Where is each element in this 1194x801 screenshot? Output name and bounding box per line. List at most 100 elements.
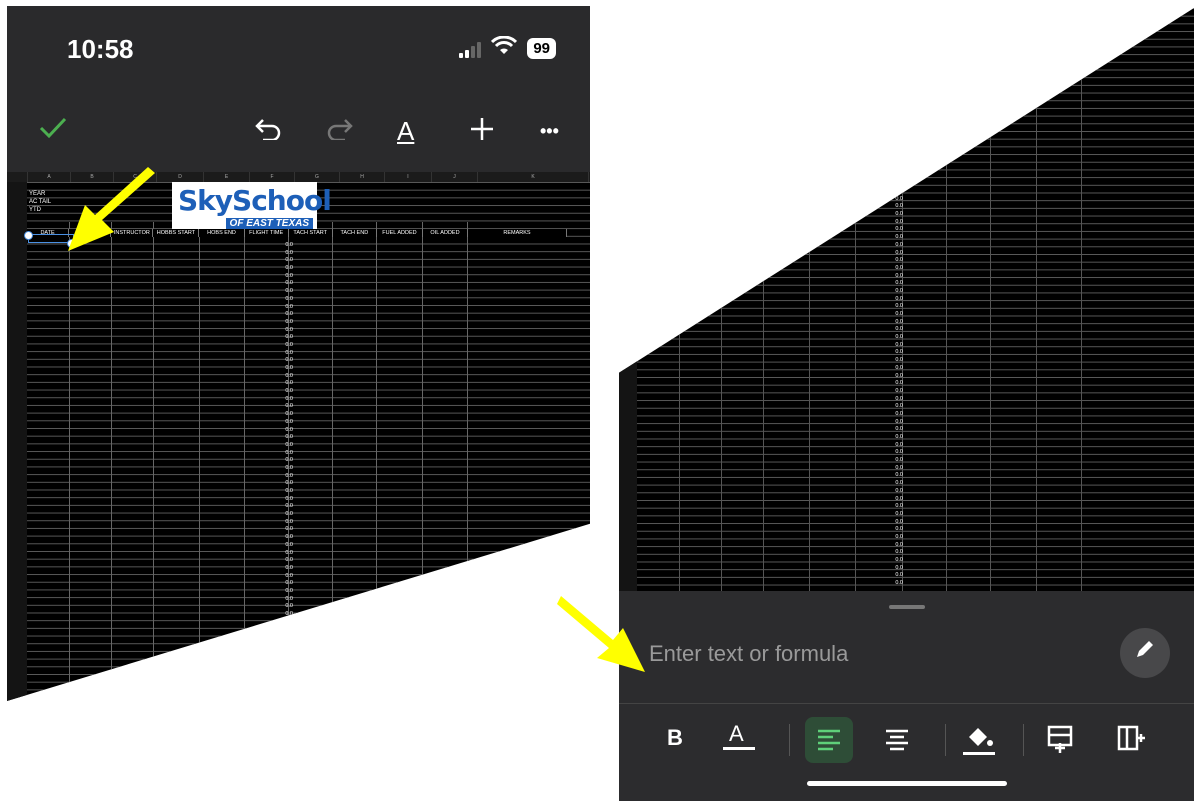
- flight-time-cell[interactable]: 0.0: [279, 619, 293, 627]
- flight-time-cell[interactable]: 0.0: [279, 388, 293, 396]
- flight-time-cell[interactable]: 0.0: [279, 334, 293, 342]
- align-center-button[interactable]: [877, 717, 917, 768]
- insert-row-icon[interactable]: [1043, 721, 1077, 760]
- flight-time-cell[interactable]: 0.0: [279, 396, 293, 404]
- flight-time-cell[interactable]: 0.0: [889, 580, 903, 588]
- flight-time-cell[interactable]: 0.0: [889, 542, 903, 550]
- flight-time-cell[interactable]: 0.0: [279, 603, 293, 611]
- fill-color-icon[interactable]: [959, 719, 999, 764]
- flight-time-cell[interactable]: 0.0: [889, 403, 903, 411]
- column-letter[interactable]: G: [295, 172, 340, 182]
- flight-time-column[interactable]: 0.0 0.0 0.0 0.0 0.0 0.0 0.0 0.0 0.0 0.0 0.0 0.0 0.0 0…: [889, 188, 903, 588]
- flight-time-cell[interactable]: 0.0: [279, 696, 293, 701]
- flight-time-cell[interactable]: 0.0: [889, 319, 903, 327]
- flight-time-cell[interactable]: 0.0: [889, 203, 903, 211]
- flight-time-cell[interactable]: 0.0: [279, 519, 293, 527]
- flight-time-cell[interactable]: 0.0: [279, 680, 293, 688]
- flight-time-cell[interactable]: 0.0: [889, 488, 903, 496]
- flight-time-cell[interactable]: 0.0: [889, 349, 903, 357]
- flight-time-cell[interactable]: 0.0: [889, 196, 903, 204]
- flight-time-cell[interactable]: 0.0: [279, 311, 293, 319]
- flight-time-cell[interactable]: 0.0: [279, 573, 293, 581]
- flight-time-cell[interactable]: 0.0: [889, 396, 903, 404]
- flight-time-cell[interactable]: 0.0: [279, 611, 293, 619]
- header-hobbs-start[interactable]: HOBBS START: [153, 229, 200, 237]
- flight-time-cell[interactable]: 0.0: [889, 280, 903, 288]
- flight-time-cell[interactable]: 0.0: [279, 373, 293, 381]
- flight-time-cell[interactable]: 0.0: [889, 288, 903, 296]
- flight-time-cell[interactable]: 0.0: [889, 296, 903, 304]
- flight-time-cell[interactable]: 0.0: [889, 465, 903, 473]
- flight-time-cell[interactable]: 0.0: [279, 442, 293, 450]
- text-color-button[interactable]: A: [723, 721, 755, 750]
- flight-time-cell[interactable]: 0.0: [279, 649, 293, 657]
- redo-icon[interactable]: [327, 116, 353, 146]
- text-format-button[interactable]: A: [397, 116, 414, 146]
- flight-time-cell[interactable]: 0.0: [889, 572, 903, 580]
- flight-time-cell[interactable]: 0.0: [889, 242, 903, 250]
- flight-time-cell[interactable]: 0.0: [889, 565, 903, 573]
- flight-time-cell[interactable]: 0.0: [889, 534, 903, 542]
- column-letter[interactable]: E: [204, 172, 250, 182]
- flight-time-cell[interactable]: 0.0: [279, 296, 293, 304]
- flight-time-cell[interactable]: 0.0: [889, 373, 903, 381]
- checkmark-icon[interactable]: [39, 116, 67, 146]
- flight-time-cell[interactable]: 0.0: [279, 327, 293, 335]
- align-left-button[interactable]: [805, 717, 853, 763]
- flight-time-cell[interactable]: 0.0: [279, 657, 293, 665]
- flight-time-cell[interactable]: 0.0: [889, 219, 903, 227]
- ytd-label[interactable]: YTD: [29, 207, 41, 213]
- flight-time-cell[interactable]: 0.0: [279, 450, 293, 458]
- flight-time-cell[interactable]: 0.0: [889, 549, 903, 557]
- column-letter[interactable]: D: [157, 172, 204, 182]
- flight-time-cell[interactable]: 0.0: [279, 427, 293, 435]
- flight-time-cell[interactable]: 0.0: [279, 596, 293, 604]
- flight-time-cell[interactable]: 0.0: [889, 211, 903, 219]
- header-fuel-added[interactable]: FUEL ADDED: [377, 229, 423, 237]
- flight-time-cell[interactable]: 0.0: [279, 496, 293, 504]
- flight-time-cell[interactable]: 0.0: [889, 480, 903, 488]
- flight-time-cell[interactable]: 0.0: [889, 511, 903, 519]
- flight-time-cell[interactable]: 0.0: [889, 357, 903, 365]
- flight-time-cell[interactable]: 0.0: [889, 457, 903, 465]
- flight-time-cell[interactable]: 0.0: [279, 488, 293, 496]
- header-hobs-end[interactable]: HOBS END: [199, 229, 245, 237]
- insert-column-icon[interactable]: [1113, 721, 1147, 760]
- plus-icon[interactable]: [469, 116, 495, 148]
- flight-time-cell[interactable]: 0.0: [889, 411, 903, 419]
- flight-time-cell[interactable]: 0.0: [889, 426, 903, 434]
- flight-time-cell[interactable]: 0.0: [889, 365, 903, 373]
- flight-time-cell[interactable]: 0.0: [279, 403, 293, 411]
- flight-time-cell[interactable]: 0.0: [889, 226, 903, 234]
- flight-time-cell[interactable]: 0.0: [279, 411, 293, 419]
- flight-time-cell[interactable]: 0.0: [889, 380, 903, 388]
- flight-time-cell[interactable]: 0.0: [889, 496, 903, 504]
- column-letter[interactable]: J: [432, 172, 478, 182]
- flight-time-cell[interactable]: 0.0: [279, 473, 293, 481]
- flight-time-cell[interactable]: 0.0: [279, 503, 293, 511]
- flight-time-cell[interactable]: 0.0: [889, 188, 903, 196]
- flight-time-cell[interactable]: 0.0: [889, 311, 903, 319]
- flight-time-cell[interactable]: 0.0: [279, 419, 293, 427]
- column-letter[interactable]: I: [385, 172, 432, 182]
- selection-handle-start[interactable]: [24, 231, 33, 240]
- flight-time-cell[interactable]: 0.0: [279, 665, 293, 673]
- flight-time-cell[interactable]: 0.0: [889, 257, 903, 265]
- column-letter[interactable]: H: [340, 172, 385, 182]
- home-indicator[interactable]: [807, 781, 1007, 786]
- flight-time-cell[interactable]: 0.0: [279, 280, 293, 288]
- flight-time-cell[interactable]: 0.0: [279, 350, 293, 358]
- header-tach-end[interactable]: TACH END: [333, 229, 377, 237]
- flight-time-cell[interactable]: 0.0: [279, 434, 293, 442]
- flight-time-cell[interactable]: 0.0: [889, 250, 903, 258]
- flight-time-cell[interactable]: 0.0: [889, 557, 903, 565]
- formula-input[interactable]: Enter text or formula: [649, 641, 848, 667]
- flight-time-cell[interactable]: 0.0: [279, 526, 293, 534]
- flight-time-cell[interactable]: 0.0: [279, 257, 293, 265]
- flight-time-cell[interactable]: 0.0: [279, 465, 293, 473]
- bold-button[interactable]: B: [667, 725, 683, 751]
- flight-time-cell[interactable]: 0.0: [279, 565, 293, 573]
- flight-time-cell[interactable]: 0.0: [279, 242, 293, 250]
- flight-time-cell[interactable]: 0.0: [889, 342, 903, 350]
- flight-time-cell[interactable]: 0.0: [889, 442, 903, 450]
